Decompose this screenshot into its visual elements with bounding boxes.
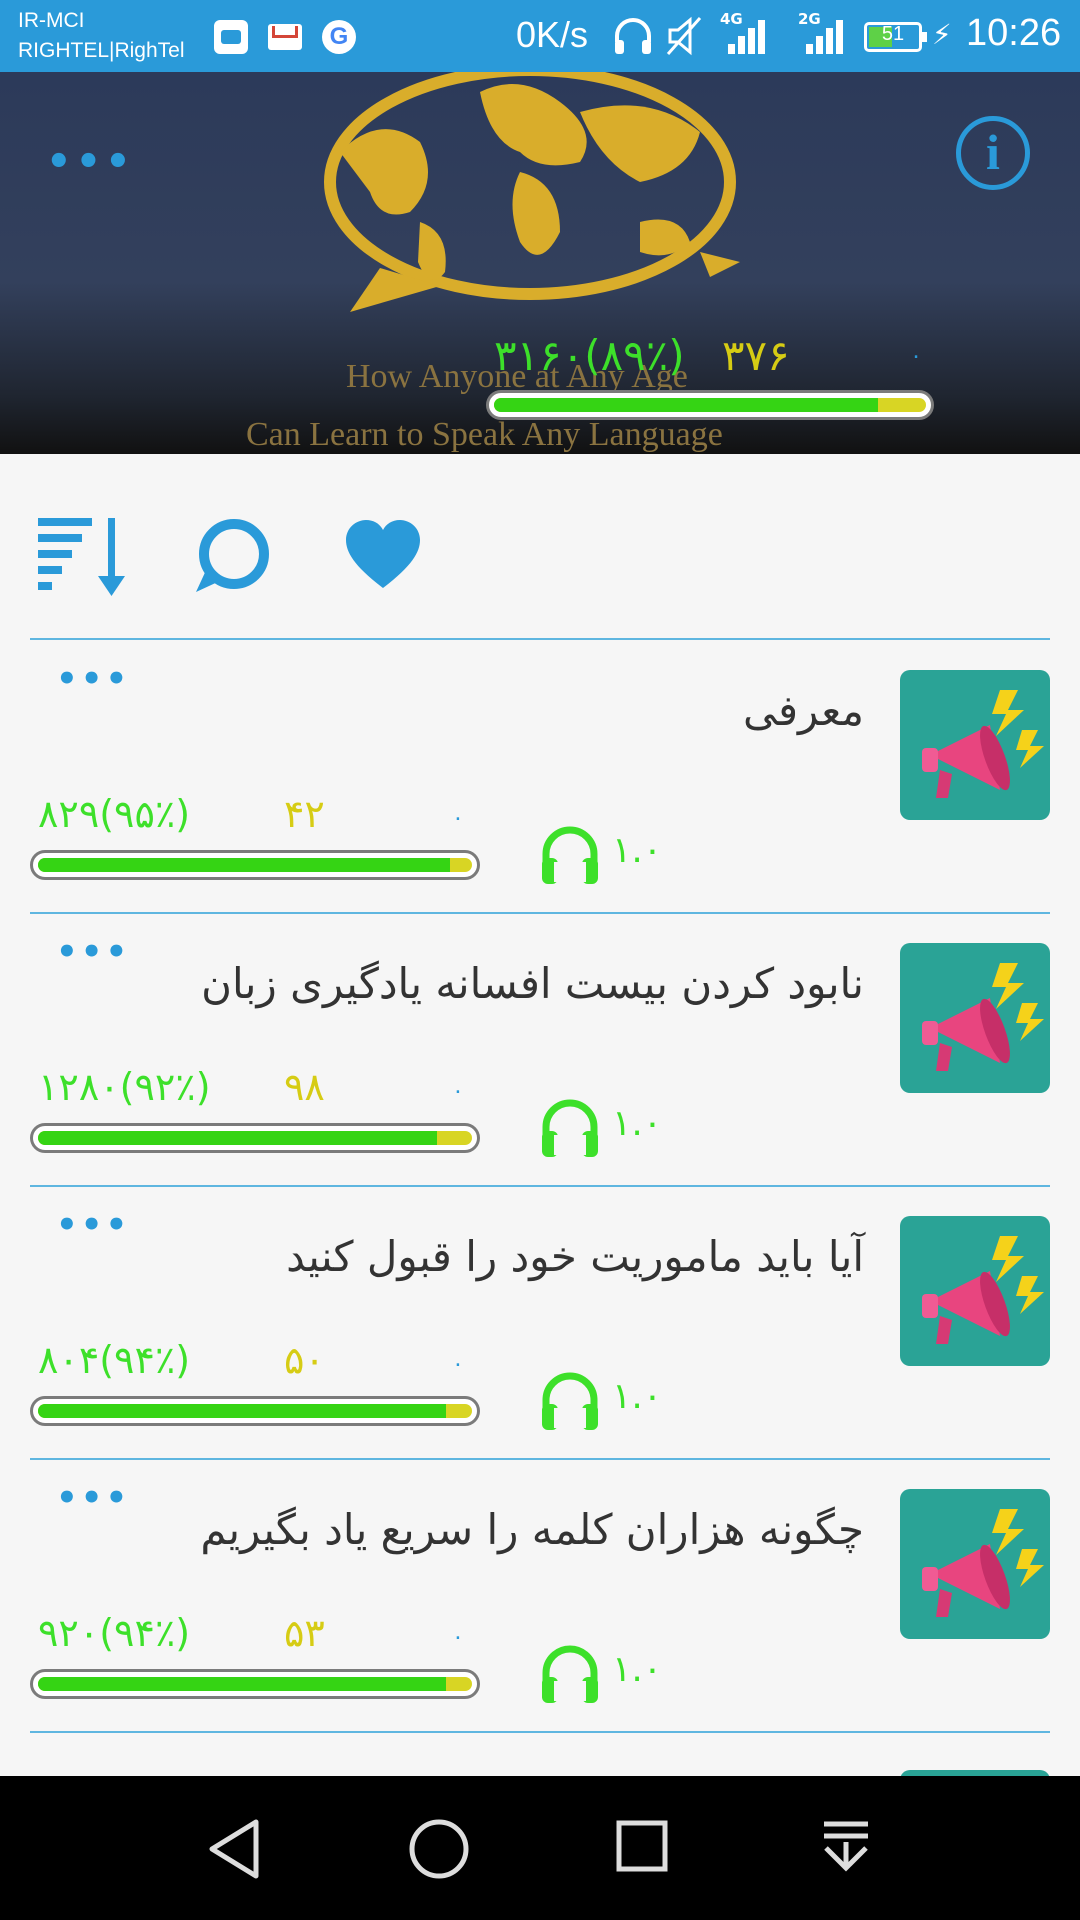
signal1-tag: 4G [720,10,743,28]
carrier-line1: IR-MCI [18,9,85,32]
item-zero: ۰ [452,1625,464,1650]
playback-speed[interactable]: ۱.۰ [612,1649,662,1690]
megaphone-icon [922,963,1044,1071]
playback-speed[interactable]: ۱.۰ [612,1376,662,1417]
item-title: آیا باید ماموریت خود را قبول کنید [286,1232,864,1281]
chapter-list: معرفی ••• ۸۲۹(۹۵٪) ۴۲ ۰ ۱.۰ نابود کردن ب… [0,640,1080,1776]
item-zero: ۰ [452,806,464,831]
playback-speed[interactable]: ۱.۰ [612,830,662,871]
list-item[interactable]: چگونه هزاران کلمه را سریع یاد بگیریم •••… [0,1459,1080,1733]
megaphone-thumbnail [900,670,1050,820]
item-progress-fill [38,1404,446,1418]
item-more-button[interactable]: ••• [56,1481,130,1515]
heart-icon[interactable] [344,518,422,590]
gmail-icon [268,24,302,50]
headphones-icon[interactable] [538,1095,602,1159]
carrier-line2: RIGHTEL|RighTel [18,39,185,62]
item-title: چگونه هزاران کلمه را سریع یاد بگیریم [200,1505,864,1554]
item-total: ۸۲۹(۹۵٪) [38,792,191,836]
item-count: ۹۸ [284,1065,325,1109]
megaphone-thumbnail [900,1216,1050,1366]
more-options-button[interactable]: ••• [46,142,135,182]
item-progress-bar [30,1396,480,1426]
carrier-info: IR-MCI RIGHTEL|RighTel [18,6,185,66]
item-title: معرفی [742,686,864,735]
headphones-icon[interactable] [538,822,602,886]
item-count: ۵۳ [284,1611,325,1655]
back-triangle-icon[interactable] [206,1818,262,1880]
signal-4g-icon: 4G [720,10,765,54]
megaphone-thumbnail [900,943,1050,1093]
megaphone-thumbnail [900,1489,1050,1639]
playback-speed[interactable]: ۱.۰ [612,1103,662,1144]
book-total-time: ۳۱۶۰(۸۹٪) [494,331,685,380]
item-count: ۵۰ [284,1338,325,1382]
recents-square-icon[interactable] [616,1820,668,1872]
signal-2g-icon: 2G [798,10,843,54]
book-progress-fill [494,398,879,412]
item-more-button[interactable]: ••• [56,935,130,969]
headphones-icon[interactable] [538,1641,602,1705]
app-notification-icon [214,20,248,54]
headphones-icon[interactable] [538,1368,602,1432]
item-more-button[interactable]: ••• [56,662,130,696]
charging-icon: ⚡ [932,18,952,51]
item-more-button[interactable]: ••• [56,1208,130,1242]
toolbar [0,454,1080,640]
item-title: نابود کردن بیست افسانه یادگیری زبان [201,959,864,1008]
headset-icon [615,18,651,54]
status-bar: IR-MCI RIGHTEL|RighTel G 0K/s 4G 2G 51 ⚡… [0,0,1080,72]
battery-icon: 51 [864,22,927,52]
signal2-tag: 2G [798,10,821,28]
battery-level: 51 [881,23,905,45]
megaphone-icon [922,1236,1044,1344]
item-progress-bar [30,1123,480,1153]
list-item[interactable] [0,1732,1080,1776]
clock: 10:26 [966,12,1062,54]
google-icon: G [322,20,356,54]
book-zero: ۰ [910,344,922,369]
home-circle-icon[interactable] [408,1818,470,1880]
system-nav-bar [0,1776,1080,1920]
list-item[interactable]: معرفی ••• ۸۲۹(۹۵٪) ۴۲ ۰ ۱.۰ [0,640,1080,914]
network-speed: 0K/s [516,14,589,55]
item-total: ۸۰۴(۹۴٪) [38,1338,191,1382]
book-cover-header: How Anyone at Any Age Can Learn to Speak… [0,72,1080,454]
item-zero: ۰ [452,1079,464,1104]
megaphone-icon [922,1509,1044,1617]
item-progress-bar [30,1669,480,1699]
list-item[interactable]: نابود کردن بیست افسانه یادگیری زبان ••• … [0,913,1080,1187]
item-progress-bar [30,850,480,880]
info-button[interactable]: i [956,116,1030,190]
book-stats: ۳۱۶۰(۸۹٪) ۳۷۶ ۰ [486,331,934,384]
item-zero: ۰ [452,1352,464,1377]
item-progress-fill [38,1677,446,1691]
book-progress-bar [486,390,934,420]
pull-down-icon[interactable] [820,1820,872,1876]
item-total: ۹۲۰(۹۴٪) [38,1611,191,1655]
list-item[interactable]: آیا باید ماموریت خود را قبول کنید ••• ۸۰… [0,1186,1080,1460]
sort-descending-icon[interactable] [36,516,130,600]
book-count: ۳۷۶ [722,331,790,380]
item-total: ۱۲۸۰(۹۲٪) [38,1065,211,1109]
megaphone-icon [922,690,1044,798]
item-progress-fill [38,858,451,872]
item-progress-fill [38,1131,438,1145]
mute-icon [666,16,702,56]
comment-icon[interactable] [192,516,272,596]
item-count: ۴۲ [284,792,325,836]
cover-subtitle-line2: Can Learn to Speak Any Language [246,416,723,453]
